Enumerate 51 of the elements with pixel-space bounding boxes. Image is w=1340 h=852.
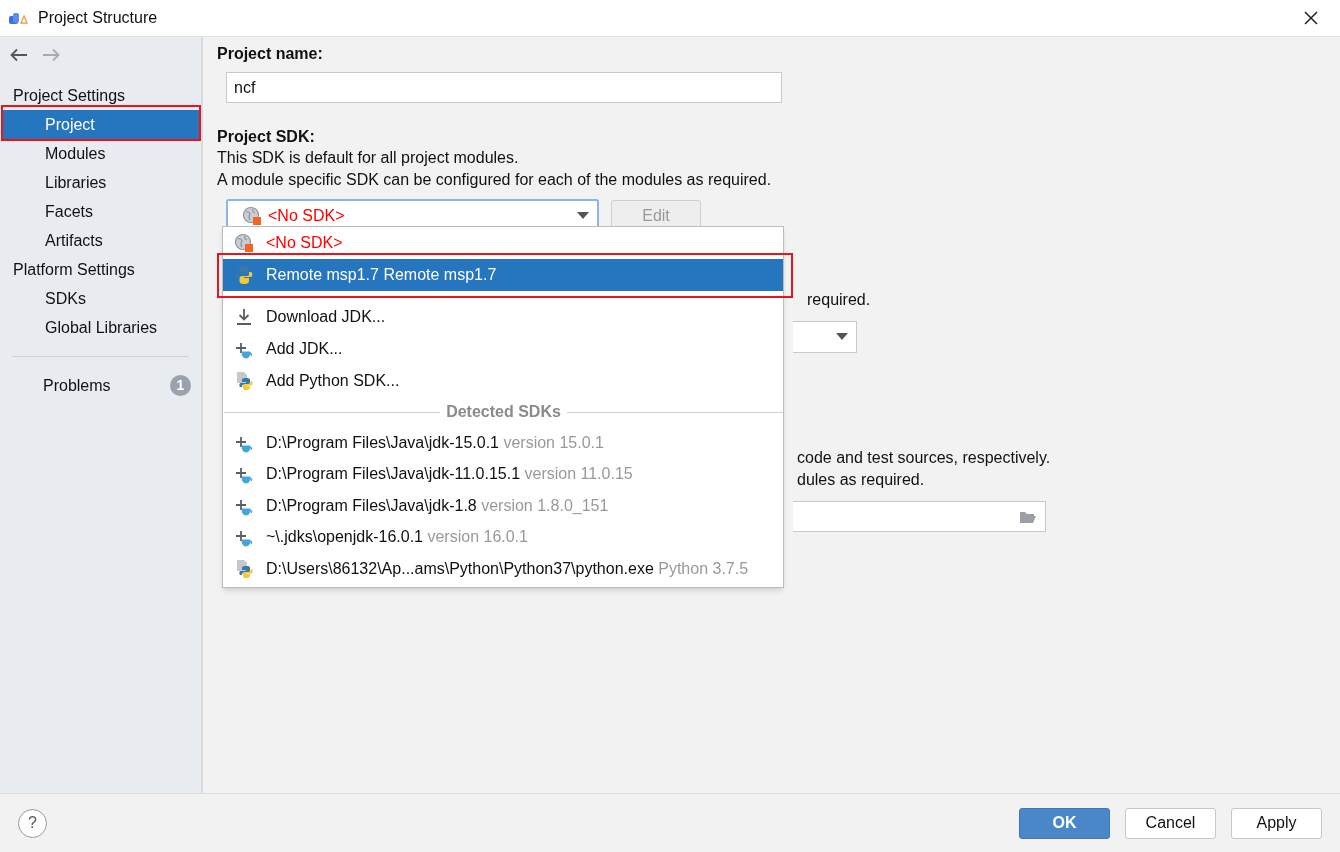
field-label: Project name: — [217, 44, 324, 64]
field-label: Project SDK: — [217, 127, 316, 147]
python-file-icon — [234, 558, 254, 579]
back-arrow-icon — [10, 48, 28, 62]
combo-box[interactable] — [793, 321, 857, 353]
sdk-option[interactable]: Add JDK... — [223, 333, 783, 365]
count-badge: 1 — [170, 375, 191, 396]
dropdown-caret-icon — [577, 211, 589, 220]
description-text: code and test sources, respectively. — [796, 448, 1052, 468]
folder-icon — [1019, 509, 1037, 524]
dialog-button[interactable]: Cancel — [1125, 807, 1216, 839]
window-title: Project Structure — [38, 8, 158, 28]
description-text: This SDK is default for all project modules. — [217, 148, 520, 168]
dropdown-caret-icon — [836, 333, 848, 341]
back-button[interactable] — [10, 48, 28, 62]
sidebar-item[interactable]: Modules — [2, 139, 199, 168]
help-button[interactable]: ? — [18, 808, 47, 838]
python-file-icon — [234, 371, 254, 391]
sdk-option[interactable]: Remote msp1.7 Remote msp1.7 — [223, 259, 783, 291]
sidebar-item[interactable]: Project — [2, 110, 199, 139]
sdk-option[interactable]: Add Python SDK... — [223, 365, 783, 397]
forward-arrow-icon — [42, 48, 60, 62]
sdk-option[interactable]: D:\Program Files\Java\jdk-15.0.1 version 15.0.1 — [223, 427, 783, 459]
sdk-option[interactable]: D:\Users\86132\Ap...ams\Python\Python37\python.exe Python 3.7.5 — [223, 553, 783, 585]
description-text: dules as required. — [796, 470, 926, 490]
sdk-option[interactable]: D:\Program Files\Java\jdk-1.8 version 1.8.0_151 — [223, 490, 783, 522]
sidebar-section-title: Project Settings — [12, 85, 127, 106]
sidebar-item[interactable]: Facets — [2, 197, 199, 226]
forward-button[interactable] — [42, 48, 60, 62]
globe-icon — [242, 205, 262, 226]
path-field[interactable] — [793, 501, 1046, 532]
group-title: Detected SDKs — [445, 402, 562, 422]
app-icon — [8, 10, 30, 26]
sdk-option[interactable]: D:\Program Files\Java\jdk-11.0.15.1 version 11.0.15 — [223, 458, 783, 490]
globe-icon — [234, 233, 254, 253]
python-icon — [234, 265, 254, 285]
sidebar-section-title: Platform Settings — [12, 259, 136, 280]
sidebar-item[interactable]: Artifacts — [2, 226, 199, 255]
sidebar-item[interactable]: SDKs — [2, 284, 199, 313]
sidebar-item[interactable]: Problems 1 — [0, 371, 201, 400]
dialog-button[interactable]: OK — [1019, 807, 1110, 839]
description-text: A module specific SDK can be configured for each of the modules as required. — [217, 170, 773, 190]
sidebar-item[interactable]: Libraries — [2, 168, 199, 197]
close-icon — [1304, 11, 1318, 25]
sdk-option[interactable]: Download JDK... — [223, 301, 783, 333]
sidebar-item[interactable]: Global Libraries — [2, 313, 199, 342]
description-text: required. — [806, 290, 872, 310]
sdk-option[interactable]: ~\.jdks\openjdk-16.0.1 version 16.0.1 — [223, 521, 783, 553]
download-icon — [234, 307, 254, 327]
project-name-field[interactable]: ncf — [226, 72, 782, 103]
dialog-button[interactable]: Apply — [1231, 807, 1322, 839]
